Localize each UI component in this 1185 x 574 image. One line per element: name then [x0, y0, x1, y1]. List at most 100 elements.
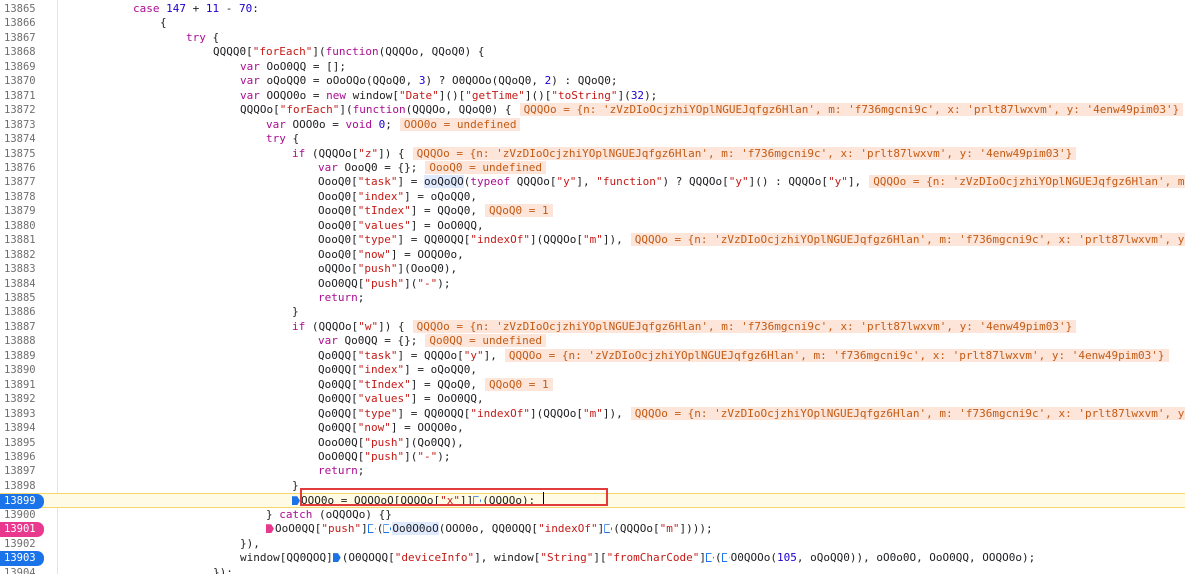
- code-text[interactable]: OooQ0["values"] = OoO0QQ,: [318, 219, 484, 233]
- code-line[interactable]: 13867 try {: [0, 31, 1185, 45]
- line-number[interactable]: 13902: [0, 537, 57, 551]
- line-number[interactable]: 13888: [0, 334, 57, 348]
- code-text[interactable]: } catch (oQQOQo) {}: [266, 508, 392, 522]
- code-line[interactable]: 13892 Qo0QQ["values"] = OoO0QQ,: [0, 392, 1185, 406]
- code-line[interactable]: 13875 if (QQQOo["z"]) {QQQOo = {n: 'zVzDI…: [0, 146, 1185, 161]
- line-number[interactable]: 13895: [0, 436, 57, 450]
- code-text[interactable]: var Qo0QQ = {}; Qo0QQ = undefined: [318, 334, 546, 348]
- line-number[interactable]: 13876: [0, 161, 57, 175]
- code-text[interactable]: OooQ0["tIndex"] = QQoQ0, QQoQ0 = 1: [318, 204, 553, 218]
- line-number[interactable]: 13873: [0, 118, 57, 132]
- code-line[interactable]: 13904});: [0, 566, 1185, 574]
- code-line[interactable]: 13866 {: [0, 16, 1185, 30]
- code-line[interactable]: 13886}: [0, 305, 1185, 319]
- code-line[interactable]: 13890 Qo0QQ["index"] = oQoQQ0,: [0, 363, 1185, 377]
- inline-breakpoint-marker-icon[interactable]: [367, 524, 376, 534]
- breakpoint-line-number[interactable]: 13899: [0, 494, 44, 509]
- code-text[interactable]: try {: [266, 132, 299, 146]
- code-line[interactable]: 13879 OooQ0["tIndex"] = QQoQ0, QQoQ0 = 1: [0, 204, 1185, 218]
- line-number[interactable]: 13896: [0, 450, 57, 464]
- breakpoint-line-number[interactable]: 13901: [0, 522, 44, 537]
- code-text[interactable]: OooQ0["index"] = oQoQQ0,: [318, 190, 477, 204]
- code-text[interactable]: }: [292, 305, 299, 319]
- code-text[interactable]: Qo0QQ["type"] = QQ0OQQ["indexOf"](QQQOo[…: [318, 406, 1185, 421]
- line-number[interactable]: 13867: [0, 31, 57, 45]
- line-number[interactable]: 13886: [0, 305, 57, 319]
- code-text[interactable]: oQQOo["push"](OooQ0),: [318, 262, 457, 276]
- inline-breakpoint-marker-icon[interactable]: [292, 496, 300, 506]
- code-line[interactable]: 13873 var OOO0o = void 0; OOO0o = undefine…: [0, 117, 1185, 132]
- code-text[interactable]: return;: [318, 464, 364, 478]
- code-text[interactable]: Qo0QQ["now"] = OOQO0o,: [318, 421, 464, 435]
- code-text[interactable]: OooQ0["task"] = ooQoQO(typeof QQQOo["y"]…: [318, 175, 1185, 189]
- code-line[interactable]: 13889 Qo0QQ["task"] = QQQOo["y"], QQQOo = …: [0, 348, 1185, 363]
- code-text[interactable]: QQQOo["forEach"](function(QQQOo, QQoQ0) …: [240, 103, 1184, 117]
- code-text[interactable]: });: [213, 566, 233, 574]
- line-number[interactable]: 13894: [0, 421, 57, 435]
- line-number[interactable]: 13874: [0, 132, 57, 146]
- code-text[interactable]: window[QQ0QOQ] (O0QOQQ["deviceInfo"], win…: [240, 551, 1035, 565]
- code-text[interactable]: return;: [318, 291, 364, 305]
- code-editor[interactable]: 13865 case 147 + 11 - 70: 13866 {13867 try {…: [0, 0, 1185, 574]
- inline-breakpoint-marker-icon[interactable]: [604, 524, 613, 534]
- code-text[interactable]: if (QQQOo["z"]) {QQQOo = {n: 'zVzDIoOcjz…: [292, 146, 1077, 161]
- code-line[interactable]: 13869 var OoO0QQ = [];: [0, 60, 1185, 74]
- code-text[interactable]: var OoO0QQ = [];: [240, 60, 346, 74]
- code-line[interactable]: 13891 Qo0QQ["tIndex"] = QQoQ0, QQoQ0 = 1: [0, 377, 1185, 392]
- code-text[interactable]: QQQQ0["forEach"](function(QQQOo, QQoQ0) …: [213, 45, 485, 59]
- code-line[interactable]: 13884 OoO0QQ["push"]("-");: [0, 277, 1185, 291]
- line-number[interactable]: 13897: [0, 464, 57, 478]
- line-number[interactable]: 13898: [0, 479, 57, 493]
- line-number[interactable]: 13866: [0, 16, 57, 30]
- code-line[interactable]: 13881 OooQ0["type"] = QQ0OQQ["indexOf"](Q…: [0, 233, 1185, 247]
- code-line[interactable]: 13872 QQQOo["forEach"](function(QQQOo, QQ…: [0, 103, 1185, 117]
- code-text[interactable]: Qo0QQ["index"] = oQoQQ0,: [318, 363, 477, 377]
- inline-breakpoint-marker-icon[interactable]: [266, 524, 274, 534]
- code-line[interactable]: 13896 OoO0QQ["push"]("-");: [0, 450, 1185, 464]
- code-text[interactable]: var OooQ0 = {}; OooQ0 = undefined: [318, 160, 546, 175]
- inline-breakpoint-marker-icon[interactable]: [383, 524, 392, 534]
- code-line[interactable]: 13885 return;: [0, 291, 1185, 305]
- code-text[interactable]: var OOQO0o = new window["Date"]()["getTi…: [240, 89, 657, 103]
- line-number[interactable]: 13891: [0, 378, 57, 392]
- line-number[interactable]: 13880: [0, 219, 57, 233]
- code-text[interactable]: OoO0QQ["push"]("-");: [318, 277, 450, 291]
- line-number[interactable]: 13875: [0, 147, 57, 161]
- code-text[interactable]: OooQ0["now"] = OOQO0o,: [318, 248, 464, 262]
- code-text[interactable]: try {: [186, 31, 219, 45]
- line-number[interactable]: 13878: [0, 190, 57, 204]
- code-line[interactable]: 13878 OooQ0["index"] = oQoQQ0,: [0, 190, 1185, 204]
- code-line[interactable]: 13877 OooQ0["task"] = ooQoQO(typeof QQQOo…: [0, 175, 1185, 189]
- line-number[interactable]: 13879: [0, 204, 57, 218]
- line-number[interactable]: 13883: [0, 262, 57, 276]
- code-line[interactable]: 13880 OooQ0["values"] = OoO0QQ,: [0, 219, 1185, 233]
- code-line[interactable]: 13887 if (QQQOo["w"]) {QQQOo = {n: 'zVzDI…: [0, 319, 1185, 334]
- line-number[interactable]: 13893: [0, 407, 57, 421]
- code-line[interactable]: 13883 oQQOo["push"](OooQ0),: [0, 262, 1185, 276]
- line-number[interactable]: 13877: [0, 175, 57, 189]
- code-line[interactable]: 13902}),: [0, 537, 1185, 551]
- code-text[interactable]: OoO0QQ["push"] (Oo0O0oO(OOO0o, QQ0OQQ["in…: [266, 522, 713, 536]
- line-number[interactable]: 13871: [0, 89, 57, 103]
- line-number[interactable]: 13868: [0, 45, 57, 59]
- line-number[interactable]: 13889: [0, 349, 57, 363]
- code-text[interactable]: OooQ0["type"] = QQ0OQQ["indexOf"](QQQOo[…: [318, 233, 1185, 247]
- code-line[interactable]: 13868 QQQQ0["forEach"](function(QQQOo, QQ…: [0, 45, 1185, 59]
- code-text[interactable]: if (QQQOo["w"]) {QQQOo = {n: 'zVzDIoOcjz…: [292, 319, 1077, 334]
- inline-breakpoint-marker-icon[interactable]: [721, 553, 730, 563]
- code-text[interactable]: Qo0QQ["values"] = OoO0QQ,: [318, 392, 484, 406]
- code-line[interactable]: 13865 case 147 + 11 - 70:: [0, 2, 1185, 16]
- line-number[interactable]: 13882: [0, 248, 57, 262]
- breakpoint-line-number[interactable]: 13903: [0, 551, 44, 566]
- code-line[interactable]: 13901 OoO0QQ["push"] (Oo0O0oO(OOO0o, QQ0OQ…: [0, 522, 1185, 537]
- code-text[interactable]: Qo0QQ["task"] = QQQOo["y"], QQQOo = {n: '…: [318, 348, 1169, 363]
- code-text[interactable]: OoO0QQ["push"]("-");: [318, 450, 450, 464]
- code-text[interactable]: case 147 + 11 - 70:: [133, 2, 259, 16]
- line-number[interactable]: 13892: [0, 392, 57, 406]
- code-text[interactable]: var oQoQQ0 = oOoOQo(QQoQ0, 3) ? O0QOOo(Q…: [240, 74, 618, 88]
- code-text[interactable]: {: [160, 16, 167, 30]
- inline-breakpoint-marker-icon[interactable]: [332, 553, 341, 563]
- code-line[interactable]: 13903 window[QQ0QOQ] (O0QOQQ["deviceInfo"]…: [0, 551, 1185, 566]
- line-number[interactable]: 13870: [0, 74, 57, 88]
- line-number[interactable]: 13872: [0, 103, 57, 117]
